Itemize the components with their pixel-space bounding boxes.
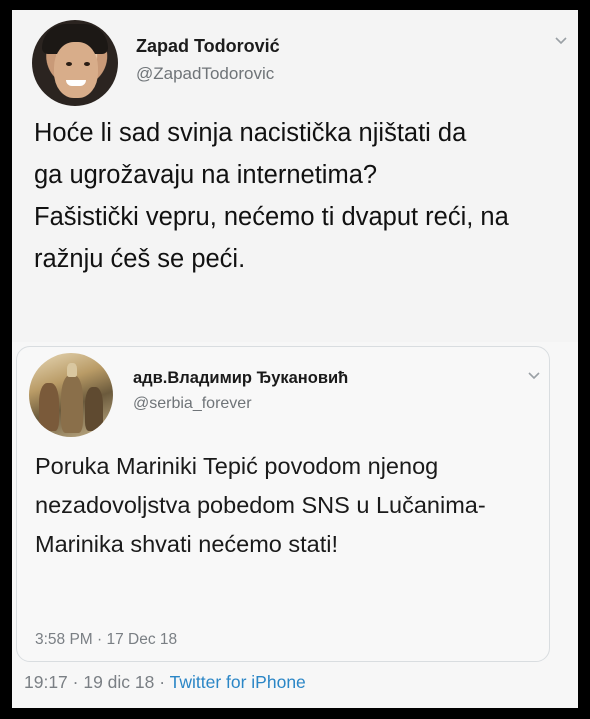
tweet-text-paragraph-1: Hoće li sad svinja nacistička njištati d… <box>34 119 467 189</box>
tweet-text: Hoće li sad svinja nacistička njištati d… <box>34 112 564 280</box>
quoted-timestamp[interactable]: 3:58 PM · 17 Dec 18 <box>35 631 177 649</box>
screenshot-frame: Zapad Todorović @ZapadTodorovic Hoće li … <box>12 10 578 708</box>
tweet-timestamp[interactable]: 19:17 · 19 dic 18 · <box>24 672 170 692</box>
tweet-text-paragraph-2: Fašistički vepru, nećemo ti dvaput reći,… <box>34 203 509 273</box>
avatar-eye <box>66 62 72 66</box>
avatar-eye <box>84 62 90 66</box>
chevron-down-icon[interactable] <box>554 34 568 48</box>
chevron-down-icon[interactable] <box>527 369 541 384</box>
quoted-author-name[interactable]: адв.Владимир Ђукановић <box>133 369 348 388</box>
tweet-bottom: адв.Владимир Ђукановић @serbia_forever P… <box>12 342 578 708</box>
avatar-figure <box>85 387 103 431</box>
avatar-figure <box>67 363 77 377</box>
quoted-tweet-card[interactable]: адв.Владимир Ђукановић @serbia_forever P… <box>16 346 550 662</box>
avatar-mouth <box>66 80 86 86</box>
tweet-meta: 19:17 · 19 dic 18 · Twitter for iPhone <box>24 672 306 693</box>
author-name[interactable]: Zapad Todorović <box>136 36 280 57</box>
tweet-source-link[interactable]: Twitter for iPhone <box>170 672 306 692</box>
main-tweet: Zapad Todorović @ZapadTodorovic Hoće li … <box>12 10 578 342</box>
quoted-tweet-text: Poruka Mariniki Tepić povodom njenog nez… <box>35 453 486 557</box>
avatar-figure <box>39 383 59 431</box>
avatar[interactable] <box>32 20 118 106</box>
avatar-face <box>54 42 98 98</box>
quoted-avatar[interactable] <box>29 353 113 437</box>
avatar-figure <box>61 375 83 433</box>
author-handle[interactable]: @ZapadTodorovic <box>136 64 274 84</box>
quoted-author-handle[interactable]: @serbia_forever <box>133 395 252 413</box>
